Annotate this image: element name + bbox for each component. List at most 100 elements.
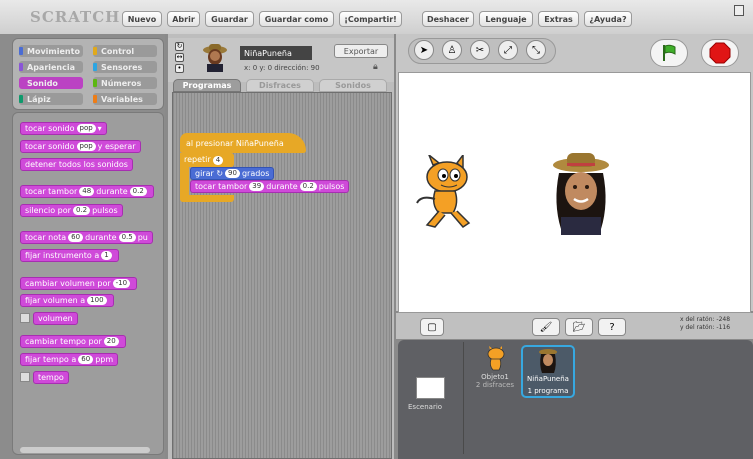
repeat-block[interactable]: repetir 4	[180, 153, 234, 167]
green-flag-icon	[663, 44, 676, 61]
block-set-tempo[interactable]: fijar tempo a 60 ppm	[20, 353, 119, 366]
export-button[interactable]: Exportar	[334, 44, 388, 58]
beats-input[interactable]: 0.2	[72, 206, 91, 215]
green-flag-button[interactable]	[650, 39, 688, 67]
menu-language-button[interactable]: Lenguaje	[479, 11, 533, 27]
menu-extras-button[interactable]: Extras	[538, 11, 579, 27]
paint-new-sprite-icon[interactable]: 🖌︎	[532, 318, 560, 336]
palette-scrollbar[interactable]	[20, 447, 150, 453]
rotate-cw-icon: ↻	[216, 169, 224, 178]
sprite-name-field[interactable]: NiñaPuneña	[240, 46, 312, 60]
beats-input[interactable]: 0.2	[129, 187, 147, 196]
volume-input[interactable]: 100	[87, 296, 107, 305]
tempo-input[interactable]: 60	[78, 355, 94, 364]
category-swatch	[93, 79, 97, 87]
block-play-drum-script[interactable]: tocar tambor 39 durante 0.2 pulsos	[190, 180, 350, 193]
shrink-tool-icon[interactable]: ⤡	[526, 40, 546, 60]
surprise-sprite-icon[interactable]: ?	[598, 318, 626, 336]
sprite1-subtitle: 2 disfraces	[475, 381, 515, 389]
lock-icon[interactable]: 🔒︎	[373, 62, 378, 72]
menu-open-button[interactable]: Abrir	[167, 11, 200, 27]
flip-style-icon[interactable]: ↔	[175, 53, 184, 62]
menu-save-button[interactable]: Guardar	[205, 11, 254, 27]
block-stop-all-sounds[interactable]: detener todos los sonidos	[20, 158, 133, 171]
tab-costumes[interactable]: Disfraces	[246, 79, 314, 92]
block-change-tempo[interactable]: cambiar tempo por 20	[20, 335, 126, 348]
sprite2-name: NiñaPuneña	[527, 375, 569, 383]
rotate-style-icon[interactable]: ↻	[175, 42, 184, 51]
drum-dropdown[interactable]: 48	[79, 187, 95, 196]
no-rotate-icon[interactable]: •	[175, 64, 184, 73]
category-looks[interactable]: Apariencia	[19, 61, 83, 73]
block-turn[interactable]: girar ↻ 90 grados	[190, 167, 275, 180]
menu-save-as-button[interactable]: Guardar como	[259, 11, 334, 27]
delete-tool-icon[interactable]: ✂	[470, 40, 490, 60]
block-set-volume[interactable]: fijar volumen a 100	[20, 294, 114, 307]
tempo-checkbox[interactable]	[20, 372, 30, 382]
menu-new-button[interactable]: Nuevo	[122, 11, 162, 27]
beats-input[interactable]: 0.2	[299, 182, 317, 191]
block-rest[interactable]: silencio por 0.2 pulsos	[20, 204, 123, 217]
sprite1-name: Objeto1	[481, 373, 509, 381]
girl-sprite-icon[interactable]	[541, 153, 621, 235]
volume-checkbox[interactable]	[20, 313, 30, 323]
category-sensing[interactable]: Sensores	[93, 61, 157, 73]
stop-sign-icon	[709, 42, 731, 64]
stop-button[interactable]	[701, 39, 739, 67]
sprite-thumbnail-icon	[203, 44, 227, 72]
category-swatch	[19, 95, 23, 103]
category-swatch	[19, 79, 23, 87]
block-play-sound[interactable]: tocar sonido pop ▾	[20, 122, 107, 135]
category-motion[interactable]: Movimiento	[19, 45, 83, 57]
category-sound[interactable]: Sonido	[19, 77, 83, 89]
stage-thumbnail[interactable]	[416, 377, 445, 399]
hat-block-when-clicked[interactable]: al presionar NiñaPuneña	[180, 133, 306, 153]
volume-input[interactable]: -10	[112, 279, 131, 288]
degrees-input[interactable]: 90	[225, 169, 240, 178]
instrument-dropdown[interactable]: 1	[101, 251, 112, 260]
repeat-count-input[interactable]: 4	[212, 156, 224, 165]
category-pen[interactable]: Lápiz	[19, 93, 83, 105]
block-play-drum[interactable]: tocar tambor 48 durante 0.2	[20, 185, 154, 198]
menu-help-button[interactable]: ¿Ayuda?	[584, 11, 632, 27]
block-change-volume[interactable]: cambiar volumen por -10	[20, 277, 138, 290]
window-toggle-icon[interactable]	[734, 5, 744, 16]
duplicate-tool-icon[interactable]: ♙	[442, 40, 462, 60]
repeat-block-arm	[180, 167, 189, 195]
note-dropdown[interactable]: 60	[68, 233, 84, 242]
cat-sprite-icon[interactable]	[413, 155, 477, 233]
block-volume-reporter[interactable]: volumen	[33, 312, 78, 325]
category-panel: Movimiento Control Apariencia Sensores S…	[12, 38, 164, 110]
presentation-mode-icon[interactable]: ▢	[420, 318, 444, 336]
category-swatch	[19, 47, 23, 55]
scratch-logo: SCRATCH	[30, 8, 121, 26]
grow-tool-icon[interactable]: ⤢	[498, 40, 518, 60]
cat-thumbnail-icon[interactable]	[484, 346, 506, 372]
sound-dropdown[interactable]: pop	[76, 142, 96, 151]
block-play-note[interactable]: tocar nota 60 durante 0.5 pu	[20, 231, 153, 244]
category-variables[interactable]: Variables	[93, 93, 157, 105]
sprite-coordinates: x: 0 y: 0 dirección: 90	[244, 64, 320, 72]
block-set-instrument[interactable]: fijar instrumento a1	[20, 249, 119, 262]
category-control[interactable]: Control	[93, 45, 157, 57]
tempo-input[interactable]: 20	[103, 337, 119, 346]
stage-canvas[interactable]	[398, 72, 751, 313]
mouse-position: x del ratón: -248 y del ratón: -116	[680, 316, 731, 331]
category-swatch	[93, 63, 97, 71]
category-swatch	[19, 63, 23, 71]
choose-sprite-folder-icon[interactable]: 📂︎	[565, 318, 593, 336]
block-play-sound-wait[interactable]: tocar sonido pop y esperar	[20, 140, 141, 153]
block-tempo-reporter[interactable]: tempo	[33, 371, 69, 384]
sound-dropdown[interactable]: pop	[76, 124, 96, 133]
beats-input[interactable]: 0.5	[118, 233, 136, 242]
sprite-list-panel	[398, 340, 753, 459]
category-operators[interactable]: Números	[93, 77, 157, 89]
pointer-tool-icon[interactable]: ➤	[414, 40, 434, 60]
menu-undo-button[interactable]: Deshacer	[422, 11, 474, 27]
drum-dropdown[interactable]: 39	[249, 182, 265, 191]
menu-share-button[interactable]: ¡Compartir!	[339, 11, 402, 27]
category-swatch	[93, 47, 97, 55]
tab-sounds[interactable]: Sonidos	[319, 79, 387, 92]
tab-scripts[interactable]: Programas	[173, 79, 241, 92]
girl-thumbnail-icon	[539, 349, 557, 373]
